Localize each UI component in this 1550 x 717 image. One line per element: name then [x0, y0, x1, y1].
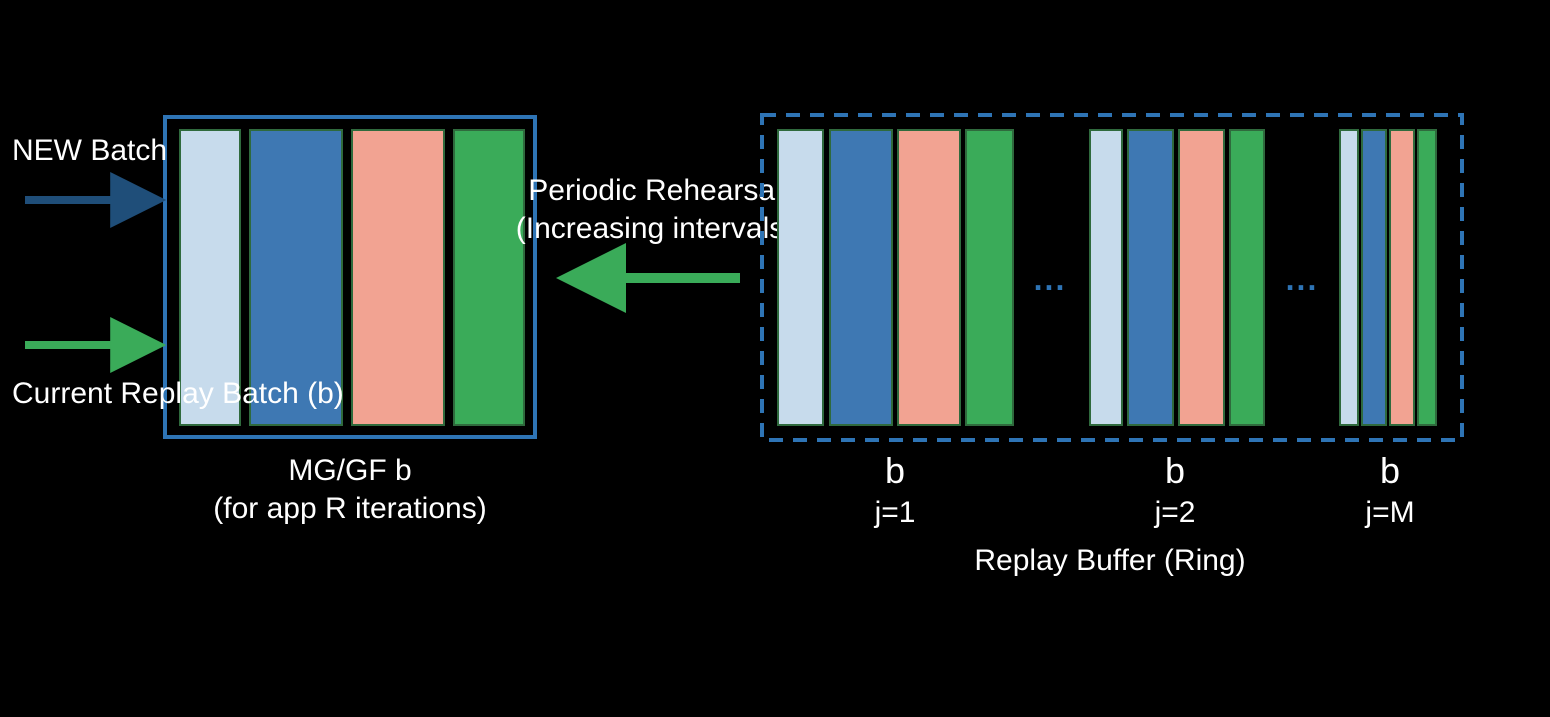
replay-group-M: b j=M [1340, 130, 1436, 529]
arrow-new-label: NEW Batch [12, 134, 167, 167]
group1-b: b [885, 450, 905, 491]
ellipsis-1: ... [1034, 261, 1067, 297]
bar-salmon-gM [1390, 130, 1414, 425]
replay-group-2: b j=2 [1090, 130, 1264, 529]
diagram-root: MG/GF b (for app R iterations) NEW Batch… [0, 0, 1550, 717]
group1-j: j=1 [874, 496, 916, 529]
bar-green-left [454, 130, 524, 425]
middle-arrow-label-1: Periodic Rehearsal [528, 174, 781, 207]
replay-group-1: b j=1 [778, 130, 1013, 529]
group2-j: j=2 [1154, 496, 1196, 529]
replay-buffer-label: Replay Buffer (Ring) [974, 544, 1245, 577]
groupM-b: b [1380, 450, 1400, 491]
bar-lightblue-gM [1340, 130, 1358, 425]
bar-blue-gM [1362, 130, 1386, 425]
bar-salmon-left [352, 130, 444, 425]
ellipsis-2: ... [1286, 261, 1319, 297]
bar-green-g2 [1230, 130, 1264, 425]
bar-blue-g1 [830, 130, 892, 425]
arrow-new-batch: NEW Batch [12, 134, 167, 200]
bar-lightblue-g1 [778, 130, 823, 425]
arrow-cur-label: Current Replay Batch (b) [12, 377, 344, 410]
bar-green-g1 [966, 130, 1013, 425]
left-box-label-line2: (for app R iterations) [213, 492, 486, 525]
groupM-j: j=M [1364, 496, 1414, 529]
left-box-label-line1: MG/GF b [288, 454, 411, 487]
bar-lightblue-g2 [1090, 130, 1122, 425]
bar-salmon-g2 [1179, 130, 1224, 425]
left-box-group: MG/GF b (for app R iterations) [165, 117, 535, 525]
replay-buffer-group: b j=1 ... b j=2 ... b j=M Replay Buffer … [762, 115, 1462, 577]
bar-green-gM [1418, 130, 1436, 425]
middle-arrow-group: Periodic Rehearsal (Increasing intervals… [516, 174, 794, 278]
group2-b: b [1165, 450, 1185, 491]
bar-salmon-g1 [898, 130, 960, 425]
middle-arrow-label-2: (Increasing intervals) [516, 212, 794, 245]
bar-blue-g2 [1128, 130, 1173, 425]
